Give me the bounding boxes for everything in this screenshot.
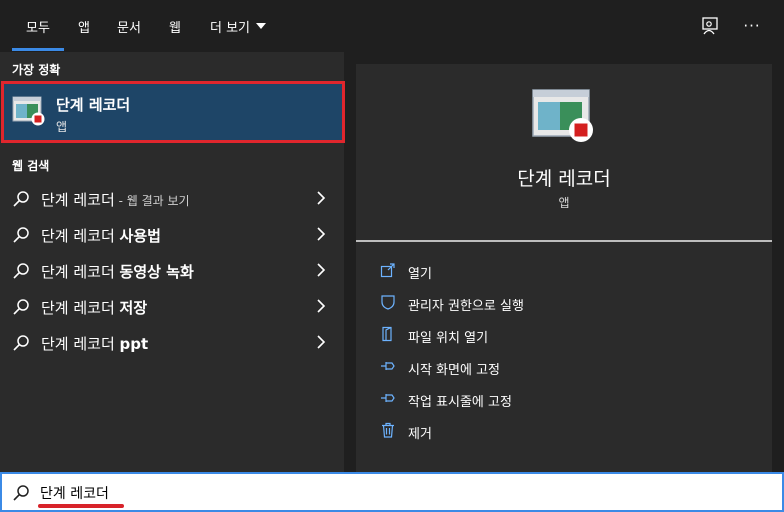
chevron-right-icon[interactable] [316, 334, 326, 350]
tab-documents[interactable]: 문서 [110, 0, 148, 52]
open-action[interactable]: 열기 [356, 256, 772, 286]
pin-to-start-action[interactable]: 시작 화면에 고정 [356, 352, 772, 382]
uninstall-action[interactable]: 제거 [356, 416, 772, 446]
web-result-item[interactable]: 단계 레코더 동영상 녹화 [0, 252, 344, 288]
search-input[interactable] [40, 482, 440, 504]
annotation-underline [38, 504, 124, 508]
divider [356, 240, 772, 242]
more-options-glyph: ··· [743, 17, 761, 35]
web-result-completion: 사용법 [119, 227, 161, 245]
open-file-location-action[interactable]: 파일 위치 열기 [356, 320, 772, 350]
best-match-type: 앱 [56, 120, 68, 134]
tab-label: 웹 [169, 20, 181, 36]
more-options-icon[interactable]: ··· [738, 12, 766, 40]
best-match-title: 단계 레코더 [56, 96, 131, 114]
action-label: 제거 [408, 427, 432, 442]
web-result-text: 단계 레코더 동영상 녹화 [41, 261, 194, 282]
web-result-text: 단계 레코더 ppt [41, 333, 148, 354]
web-result-completion: ppt [119, 335, 149, 353]
search-icon [13, 299, 29, 315]
steps-recorder-app-icon [532, 89, 593, 142]
tab-all[interactable]: 모두 [12, 0, 64, 52]
tab-web[interactable]: 웹 [160, 0, 190, 52]
web-result-text: 단계 레코더 저장 [41, 297, 147, 318]
chevron-right-icon[interactable] [316, 190, 326, 206]
web-result-suffix: - 웹 결과 보기 [114, 194, 190, 208]
chevron-right-icon[interactable] [316, 226, 326, 242]
chevron-down-icon [256, 23, 266, 29]
preview-panel: 단계 레코더 앱 열기 관리자 권한으로 실행 파일 위치 열기 시작 화면에 … [356, 64, 772, 472]
web-result-completion: 동영상 녹화 [119, 263, 194, 281]
tab-label: 모두 [26, 20, 50, 36]
action-label: 파일 위치 열기 [408, 331, 489, 346]
run-as-admin-action[interactable]: 관리자 권한으로 실행 [356, 288, 772, 318]
chevron-right-icon[interactable] [316, 262, 326, 278]
tab-label: 더 보기 [209, 20, 250, 36]
web-result-query: 단계 레코더 [41, 191, 115, 209]
preview-title: 단계 레코더 [517, 168, 611, 190]
pin-icon [381, 394, 395, 402]
web-search-label: 웹 검색 [12, 159, 50, 173]
search-icon [13, 335, 29, 351]
tab-label: 앱 [78, 20, 90, 36]
web-result-item[interactable]: 단계 레코더 저장 [0, 288, 344, 324]
preview-type: 앱 [558, 196, 570, 210]
tab-apps[interactable]: 앱 [70, 0, 98, 52]
action-label: 열기 [408, 267, 432, 282]
search-icon [13, 191, 29, 207]
web-result-item[interactable]: 단계 레코더 ppt [0, 324, 344, 360]
tab-label: 문서 [117, 20, 141, 36]
open-icon [380, 263, 395, 278]
web-result-query: 단계 레코더 [41, 227, 120, 245]
search-scope-tabs: 모두 앱 문서 웹 더 보기 ··· [0, 0, 784, 52]
action-label: 작업 표시줄에 고정 [408, 395, 512, 410]
search-icon [13, 227, 29, 243]
pin-to-taskbar-action[interactable]: 작업 표시줄에 고정 [356, 384, 772, 414]
pin-icon [381, 362, 395, 370]
web-result-item[interactable]: 단계 레코더 - 웹 결과 보기 [0, 180, 344, 216]
feedback-icon[interactable] [696, 12, 724, 40]
web-result-query: 단계 레코더 [41, 335, 120, 353]
chevron-right-icon[interactable] [316, 298, 326, 314]
web-result-text: 단계 레코더 사용법 [41, 225, 161, 246]
web-result-text: 단계 레코더 - 웹 결과 보기 [41, 189, 190, 210]
search-icon [13, 263, 29, 279]
web-result-query: 단계 레코더 [41, 299, 120, 317]
shield-icon [381, 295, 395, 310]
steps-recorder-app-icon [12, 96, 45, 126]
file-location-icon [382, 326, 392, 342]
trash-icon [382, 422, 394, 438]
best-match-item[interactable]: 단계 레코더 앱 [1, 81, 345, 143]
results-panel: 가장 정확 단계 레코더 앱 웹 검색 단계 레코더 - 웹 결과 보기 단계 … [0, 52, 345, 472]
tab-more[interactable]: 더 보기 [202, 0, 274, 52]
action-label: 시작 화면에 고정 [408, 363, 500, 378]
action-label: 관리자 권한으로 실행 [408, 299, 524, 314]
web-result-completion: 저장 [119, 299, 148, 317]
search-bar [0, 472, 784, 512]
search-icon [13, 485, 29, 501]
best-match-label: 가장 정확 [12, 63, 61, 77]
web-result-item[interactable]: 단계 레코더 사용법 [0, 216, 344, 252]
web-result-query: 단계 레코더 [41, 263, 120, 281]
